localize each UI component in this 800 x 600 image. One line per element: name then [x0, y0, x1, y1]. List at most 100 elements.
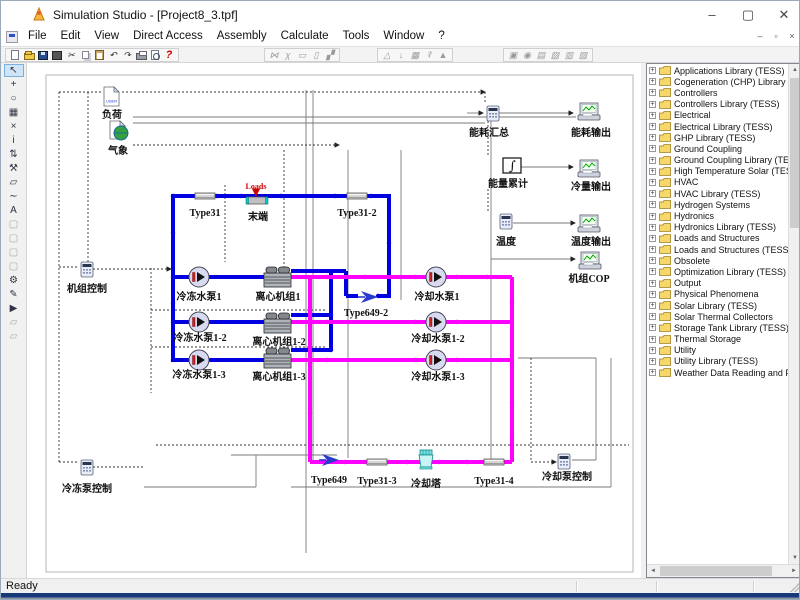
probe-tool[interactable]: ⇅ [4, 148, 24, 161]
tree-item[interactable]: + Solar Thermal Collectors [647, 311, 788, 322]
tree-item[interactable]: + High Temperature Solar (TESS) [647, 166, 788, 177]
output-tool-2[interactable]: ▱ [4, 330, 24, 343]
pan-tool[interactable]: + [4, 78, 24, 91]
text-tool[interactable]: A [4, 204, 24, 217]
chiller-3-icon[interactable] [264, 348, 291, 368]
expand-icon[interactable]: + [649, 336, 656, 343]
tree-item[interactable]: + Controllers [647, 87, 788, 98]
cooling-pump-2-icon[interactable] [426, 312, 446, 332]
align-top-button[interactable]: △ [381, 49, 394, 61]
scroll-left-icon[interactable]: ◄ [647, 565, 659, 577]
tree-item[interactable]: + Physical Phenomena [647, 289, 788, 300]
minimize-button[interactable]: – [694, 1, 730, 29]
expand-icon[interactable]: + [649, 67, 656, 74]
expand-icon[interactable]: + [649, 246, 656, 253]
open-button[interactable] [23, 49, 36, 61]
pipe-type31-4-icon[interactable] [484, 459, 504, 465]
cop-output-plotter-icon[interactable] [579, 252, 601, 269]
tree-item[interactable]: + Electrical Library (TESS) [647, 121, 788, 132]
expand-icon[interactable]: + [649, 291, 656, 298]
tree-item[interactable]: + Utility Library (TESS) [647, 356, 788, 367]
energy-sum-calc-icon[interactable] [487, 106, 499, 121]
mdi-close-button[interactable]: × [785, 31, 799, 43]
weather-file-icon[interactable] [110, 121, 128, 140]
expand-icon[interactable]: + [649, 302, 656, 309]
undo-button[interactable]: ↶ [107, 49, 120, 61]
help-button[interactable]: ? [163, 49, 176, 61]
window-tool-1[interactable]: ▢ [4, 218, 24, 231]
cooling-pump-control-calc-icon[interactable] [558, 454, 570, 469]
pipe-type31-2-icon[interactable] [347, 193, 367, 199]
cooling-pump-3-icon[interactable] [426, 350, 446, 370]
diverter-type649-icon[interactable] [319, 454, 339, 466]
tree-item[interactable]: + Hydronics Library (TESS) [647, 222, 788, 233]
tree-item[interactable]: + Electrical [647, 110, 788, 121]
shrink-horizontal-button[interactable]: ⋈ [268, 49, 281, 61]
assembly-canvas[interactable]: USER [27, 63, 641, 578]
expand-icon[interactable]: + [649, 268, 656, 275]
delete-tool[interactable]: × [4, 120, 24, 133]
expand-icon[interactable]: + [649, 257, 656, 264]
mdi-document-icon[interactable] [6, 31, 18, 43]
expand-icon[interactable]: + [649, 168, 656, 175]
tree-item[interactable]: + Storage Tank Library (TESS) [647, 322, 788, 333]
paste-button[interactable] [93, 49, 106, 61]
pipe-type31-icon[interactable] [195, 193, 215, 199]
print-preview-button[interactable] [149, 49, 162, 61]
align-middle-button[interactable]: ⍒ [423, 49, 436, 61]
panel-tool[interactable]: ▦ [4, 106, 24, 119]
tree-item[interactable]: + Thermal Storage [647, 334, 788, 345]
link-tool[interactable]: ∼ [4, 190, 24, 203]
pipe-type31-3-icon[interactable] [367, 459, 387, 465]
window-tool-2[interactable]: ▢ [4, 232, 24, 245]
cooling-tower-icon[interactable] [419, 450, 433, 469]
expand-icon[interactable]: + [649, 145, 656, 152]
pen-tool[interactable]: ✎ [4, 288, 24, 301]
expand-icon[interactable]: + [649, 347, 656, 354]
expand-icon[interactable]: + [649, 179, 656, 186]
cut-button[interactable]: ✂ [65, 49, 78, 61]
same-height-button[interactable]: ▯ [310, 49, 323, 61]
zoom-tool[interactable]: ○ [4, 92, 24, 105]
tree-item[interactable]: + Hydronics [647, 210, 788, 221]
chiller-1-icon[interactable] [264, 267, 291, 287]
package-button[interactable]: ▥ [563, 49, 576, 61]
expand-icon[interactable]: + [649, 358, 656, 365]
expand-icon[interactable]: + [649, 101, 656, 108]
close-button[interactable]: ✕ [766, 1, 800, 29]
menu-item[interactable]: Window [376, 29, 431, 46]
tree-item[interactable]: + GHP Library (TESS) [647, 132, 788, 143]
tree-item[interactable]: + Solar Library (TESS) [647, 300, 788, 311]
save-all-button[interactable] [51, 49, 64, 61]
scroll-right-icon[interactable]: ► [788, 565, 800, 577]
tree-item[interactable]: + Obsolete [647, 255, 788, 266]
menu-item[interactable]: File [21, 29, 54, 46]
chilled-pump-1-icon[interactable] [189, 267, 209, 287]
menu-item[interactable]: Edit [54, 29, 88, 46]
run-tool[interactable]: ▶ [4, 302, 24, 315]
new-button[interactable] [9, 49, 22, 61]
chilled-pump-control-calc-icon[interactable] [81, 460, 93, 475]
menu-item[interactable]: Calculate [274, 29, 336, 46]
tree-item[interactable]: + Controllers Library (TESS) [647, 99, 788, 110]
energy-output-plotter-icon[interactable] [578, 103, 600, 120]
temperature-output-plotter-icon[interactable] [578, 215, 600, 232]
expand-icon[interactable]: + [649, 224, 656, 231]
tree-item[interactable]: + Cogeneration (CHP) Library (TESS) [647, 76, 788, 87]
maximize-button[interactable]: ▢ [730, 1, 766, 29]
group-button[interactable]: ▧ [549, 49, 562, 61]
menu-item[interactable]: Tools [336, 29, 377, 46]
window-tool-3[interactable]: ▢ [4, 246, 24, 259]
expand-icon[interactable]: + [649, 123, 656, 130]
align-bottom-button[interactable]: ↓ [395, 49, 408, 61]
expand-icon[interactable]: + [649, 280, 656, 287]
scroll-up-icon[interactable]: ▲ [789, 64, 800, 76]
menu-item[interactable]: View [87, 29, 126, 46]
menu-item[interactable]: Assembly [210, 29, 274, 46]
select-tool[interactable]: ↖ [4, 64, 24, 77]
scroll-down-icon[interactable]: ▼ [789, 552, 800, 564]
integrator-icon[interactable]: ∫ [503, 158, 521, 174]
mdi-restore-button[interactable]: ▫ [769, 31, 783, 43]
cooling-output-plotter-icon[interactable] [578, 160, 600, 177]
order-back-button[interactable]: ◉ [521, 49, 534, 61]
